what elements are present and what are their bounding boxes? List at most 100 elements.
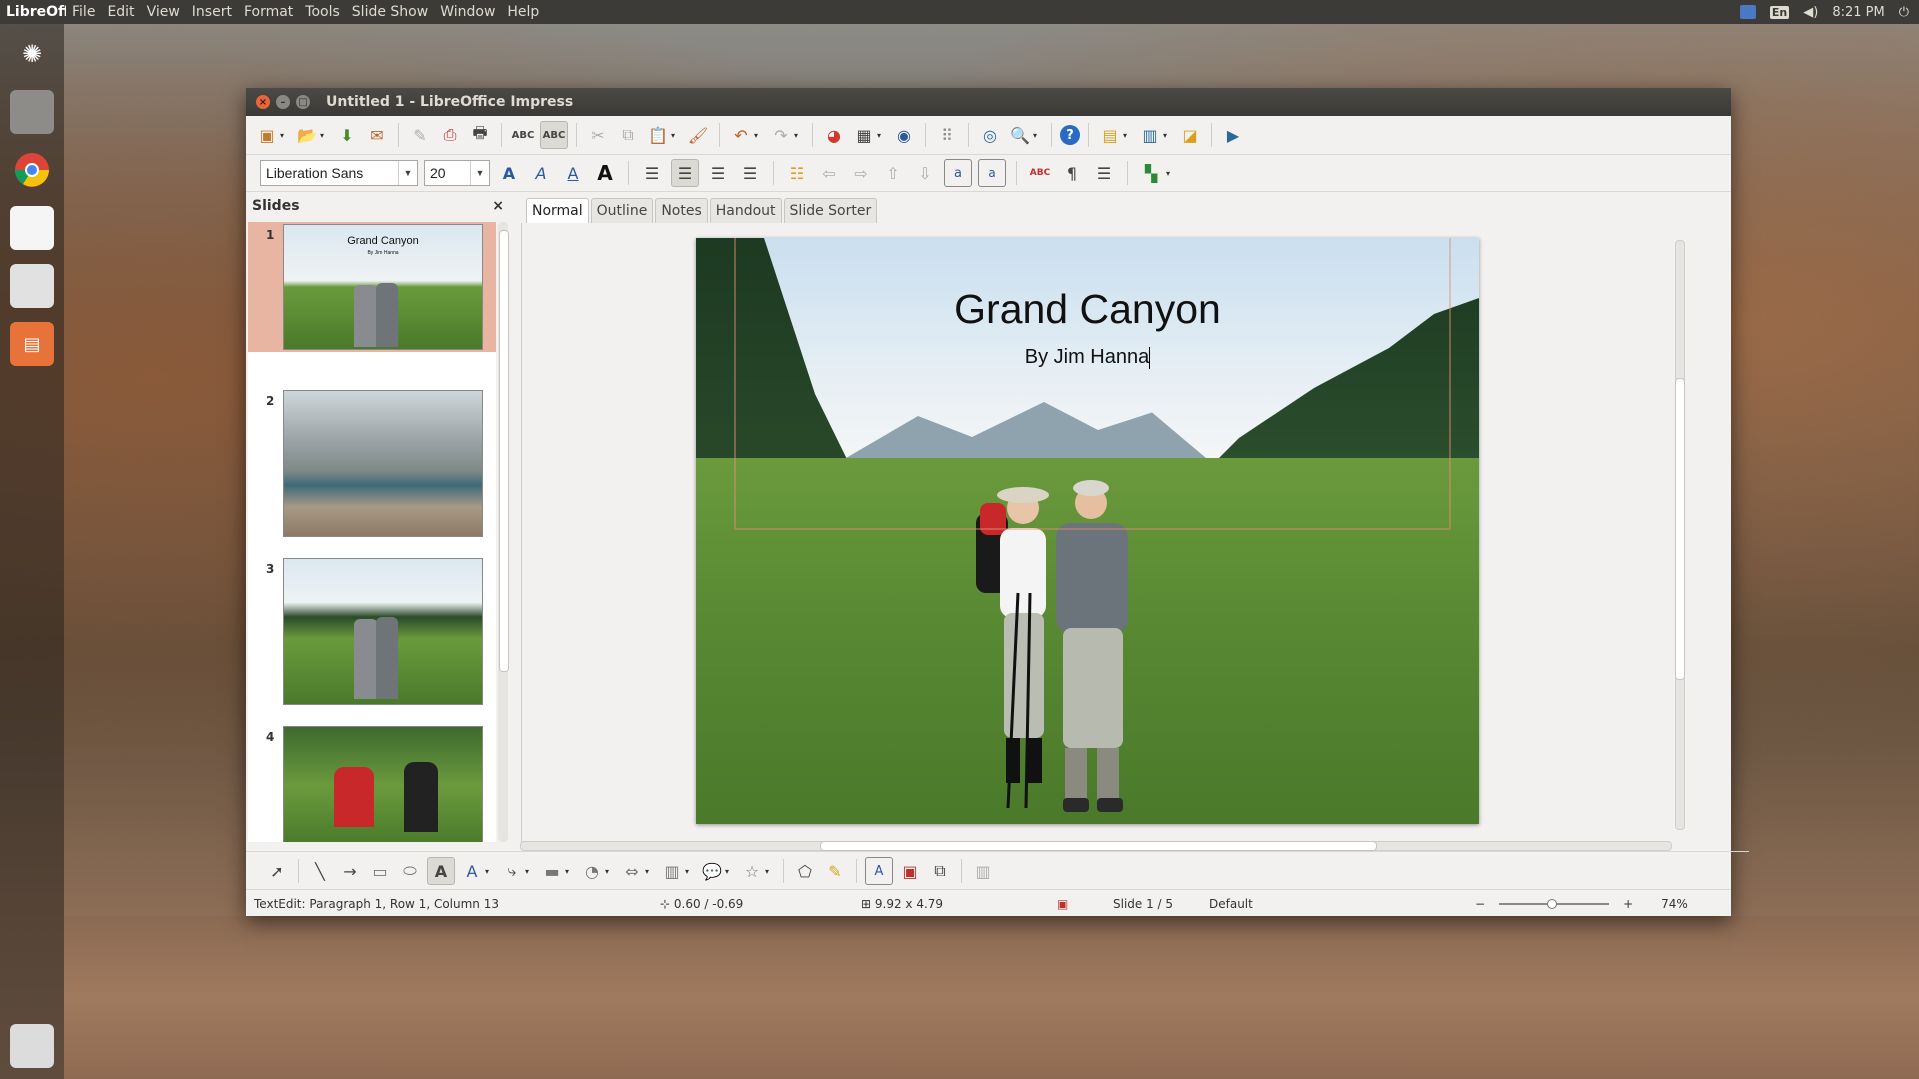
- increase-font-icon[interactable]: a: [944, 159, 972, 187]
- promote-icon[interactable]: ⇦: [816, 160, 842, 186]
- callouts-dropdown-icon[interactable]: ▾: [725, 867, 735, 876]
- email-icon[interactable]: ✉: [364, 122, 390, 148]
- print-icon[interactable]: 🖶: [467, 122, 493, 148]
- edit-file-icon[interactable]: ✎: [407, 122, 433, 148]
- tab-outline[interactable]: Outline: [590, 198, 654, 223]
- slide-layout-icon[interactable]: ▥: [1137, 122, 1163, 148]
- glue-points-icon[interactable]: ✎: [822, 858, 848, 884]
- connector-icon[interactable]: ⤷: [499, 858, 525, 884]
- fontwork-dropdown-icon[interactable]: ▾: [485, 867, 495, 876]
- align-center-icon[interactable]: ☰: [671, 159, 699, 187]
- tab-handout[interactable]: Handout: [709, 198, 782, 223]
- document-modified-icon[interactable]: ▣: [1049, 897, 1105, 911]
- slide-thumbnail-3[interactable]: 3: [248, 556, 496, 706]
- paste-icon[interactable]: 📋: [645, 122, 671, 148]
- move-up-icon[interactable]: ⇧: [880, 160, 906, 186]
- slide-subtitle[interactable]: By Jim Hanna: [696, 346, 1479, 369]
- zoom-slider[interactable]: [1499, 898, 1610, 909]
- callouts-icon[interactable]: 💬: [699, 858, 725, 884]
- slide-thumbnail-4[interactable]: 4: [248, 724, 496, 842]
- background-color-dropdown-icon[interactable]: ▾: [1166, 169, 1176, 178]
- insert-image-icon[interactable]: ▣: [897, 858, 923, 884]
- keyboard-indicator[interactable]: En: [1769, 5, 1790, 19]
- tab-normal[interactable]: Normal: [526, 198, 589, 223]
- slide-dropdown-icon[interactable]: ▾: [1123, 131, 1133, 140]
- shadow-icon[interactable]: A: [592, 160, 618, 186]
- stars-icon[interactable]: ☆: [739, 858, 765, 884]
- minimize-window-button[interactable]: –: [276, 95, 290, 109]
- paragraph-icon[interactable]: ¶: [1059, 160, 1085, 186]
- network-icon[interactable]: [1739, 5, 1756, 19]
- stars-dropdown-icon[interactable]: ▾: [765, 867, 775, 876]
- block-arrows-dropdown-icon[interactable]: ▾: [645, 867, 655, 876]
- tab-notes[interactable]: Notes: [655, 198, 708, 223]
- zoom-in-button[interactable]: +: [1615, 897, 1641, 911]
- ellipse-icon[interactable]: ⬭: [397, 858, 423, 884]
- line-arrow-icon[interactable]: →: [337, 858, 363, 884]
- redo-dropdown-icon[interactable]: ▾: [794, 131, 804, 140]
- movie-sound-icon[interactable]: ◉: [891, 122, 917, 148]
- spelling-icon[interactable]: ABC: [510, 122, 536, 148]
- open-dropdown-icon[interactable]: ▾: [320, 131, 330, 140]
- files-icon[interactable]: [10, 90, 54, 134]
- zoom-dropdown-icon[interactable]: ▾: [1033, 131, 1043, 140]
- text-icon[interactable]: A: [427, 857, 455, 885]
- chevron-down-icon[interactable]: ▼: [470, 161, 489, 185]
- new-dropdown-icon[interactable]: ▾: [280, 131, 290, 140]
- scrollbar-thumb[interactable]: [1675, 378, 1685, 680]
- zoom-out-button[interactable]: −: [1467, 897, 1493, 911]
- rectangle-icon[interactable]: ▭: [367, 858, 393, 884]
- maximize-window-button[interactable]: □: [296, 95, 310, 109]
- move-down-icon[interactable]: ⇩: [912, 160, 938, 186]
- impress-icon[interactable]: ▤: [10, 322, 54, 366]
- menu-slide-show[interactable]: Slide Show: [346, 4, 434, 20]
- power-icon[interactable]: ⏻: [1899, 5, 1909, 20]
- align-left-icon[interactable]: ☰: [639, 160, 665, 186]
- basic-shapes-dropdown-icon[interactable]: ▾: [565, 867, 575, 876]
- slide-title[interactable]: Grand Canyon: [696, 286, 1479, 333]
- open-icon[interactable]: 📂: [294, 122, 320, 148]
- slide-design-icon[interactable]: ◪: [1177, 122, 1203, 148]
- clone-formatting-icon[interactable]: 🖌: [685, 122, 711, 148]
- symbol-shapes-icon[interactable]: ◔: [579, 858, 605, 884]
- vertical-scrollbar[interactable]: [1672, 228, 1686, 840]
- trash-icon[interactable]: [10, 1024, 54, 1068]
- slide-thumbnail-1[interactable]: 1 Grand Canyon By Jim Hanna: [248, 222, 496, 352]
- zoom-percent[interactable]: 74%: [1641, 897, 1696, 911]
- volume-icon[interactable]: ◀): [1803, 5, 1818, 20]
- line-icon[interactable]: ╲: [307, 858, 333, 884]
- align-right-icon[interactable]: ☰: [705, 160, 731, 186]
- menu-view[interactable]: View: [141, 4, 186, 20]
- scrollbar-thumb[interactable]: [820, 841, 1377, 851]
- bullets-icon[interactable]: ☷: [784, 160, 810, 186]
- navigator-icon[interactable]: ◎: [977, 122, 1003, 148]
- menu-insert[interactable]: Insert: [186, 4, 238, 20]
- underline-icon[interactable]: A: [560, 160, 586, 186]
- zoom-icon[interactable]: 🔍: [1007, 122, 1033, 148]
- justify-icon[interactable]: ☰: [737, 160, 763, 186]
- background-color-icon[interactable]: ▚: [1138, 160, 1164, 186]
- basic-shapes-icon[interactable]: ▬: [539, 858, 565, 884]
- font-name-combo[interactable]: Liberation Sans ▼: [260, 160, 418, 186]
- start-slideshow-icon[interactable]: ▶: [1220, 122, 1246, 148]
- clock[interactable]: 8:21 PM: [1832, 5, 1884, 20]
- dash-icon[interactable]: ✺: [10, 32, 54, 76]
- symbol-shapes-dropdown-icon[interactable]: ▾: [605, 867, 615, 876]
- menu-format[interactable]: Format: [238, 4, 299, 20]
- slide-subtitle-text[interactable]: By Jim Hanna: [1025, 346, 1150, 368]
- font-size-combo[interactable]: 20 ▼: [424, 160, 490, 186]
- slide-layout-dropdown-icon[interactable]: ▾: [1163, 131, 1173, 140]
- decrease-font-icon[interactable]: a: [978, 159, 1006, 187]
- save-icon[interactable]: ⬇: [334, 122, 360, 148]
- help-icon[interactable]: ?: [1060, 125, 1080, 145]
- fontwork-gallery-icon[interactable]: A: [865, 857, 893, 885]
- writer-doc-icon[interactable]: [10, 206, 54, 250]
- character-icon[interactable]: ABC: [1027, 160, 1053, 186]
- close-icon[interactable]: ×: [492, 198, 504, 214]
- extrusion-icon[interactable]: ▥: [970, 858, 996, 884]
- bold-icon[interactable]: A: [496, 160, 522, 186]
- connector-dropdown-icon[interactable]: ▾: [525, 867, 535, 876]
- italic-icon[interactable]: A: [528, 160, 554, 186]
- flowchart-dropdown-icon[interactable]: ▾: [685, 867, 695, 876]
- close-window-button[interactable]: ×: [256, 95, 270, 109]
